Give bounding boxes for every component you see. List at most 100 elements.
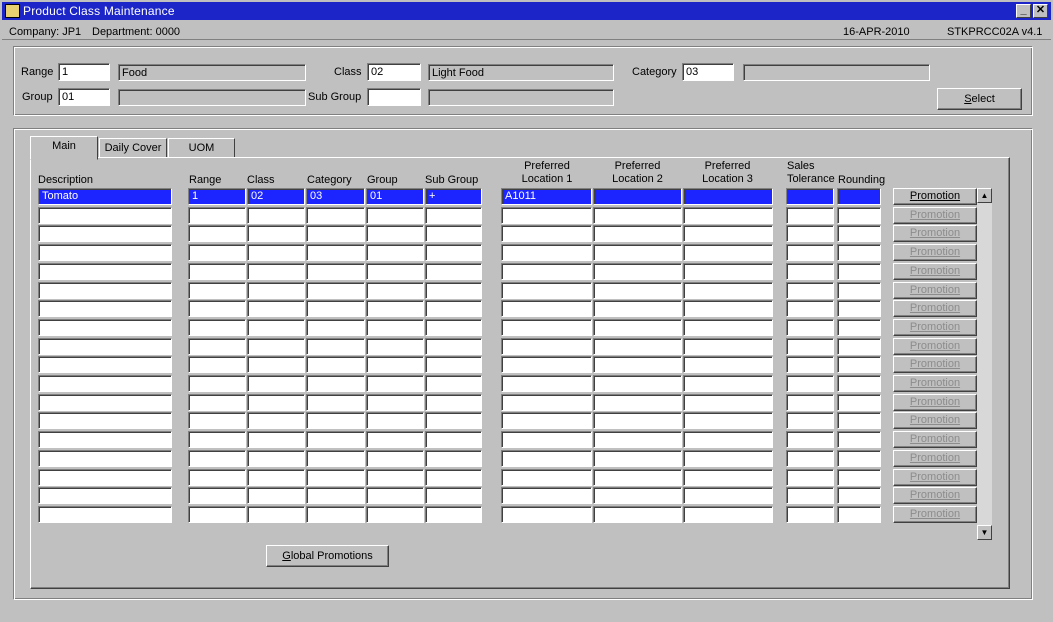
tab-uom[interactable]: UOM <box>168 138 235 159</box>
cell-subgroup[interactable] <box>425 244 482 261</box>
cell-category[interactable]: 03 <box>306 188 365 205</box>
cell-loc3[interactable] <box>683 469 773 486</box>
cell-class[interactable] <box>247 506 305 523</box>
cell-description[interactable] <box>38 282 172 299</box>
cell-loc2[interactable] <box>593 188 682 205</box>
cell-group[interactable] <box>366 263 424 280</box>
cell-range[interactable] <box>188 282 246 299</box>
scroll-up-icon[interactable]: ▲ <box>977 188 992 203</box>
cell-subgroup[interactable] <box>425 412 482 429</box>
cell-subgroup[interactable] <box>425 506 482 523</box>
cell-category[interactable] <box>306 506 365 523</box>
cell-category[interactable] <box>306 394 365 411</box>
cell-tolerance[interactable] <box>786 375 834 392</box>
cell-tolerance[interactable] <box>786 431 834 448</box>
cell-loc1[interactable] <box>501 263 592 280</box>
cell-loc2[interactable] <box>593 469 682 486</box>
cell-class[interactable] <box>247 394 305 411</box>
cell-loc2[interactable] <box>593 412 682 429</box>
cell-loc3[interactable] <box>683 225 773 242</box>
cell-loc1[interactable] <box>501 207 592 224</box>
promotion-button[interactable]: Promotion <box>893 188 977 205</box>
cell-range[interactable] <box>188 469 246 486</box>
cell-loc1[interactable] <box>501 469 592 486</box>
cell-range[interactable] <box>188 506 246 523</box>
cell-category[interactable] <box>306 375 365 392</box>
cell-group[interactable] <box>366 469 424 486</box>
cell-group[interactable] <box>366 412 424 429</box>
cell-loc1[interactable] <box>501 356 592 373</box>
select-button[interactable]: Select <box>937 88 1022 110</box>
cell-rounding[interactable] <box>837 244 881 261</box>
cell-group[interactable] <box>366 282 424 299</box>
cell-subgroup[interactable] <box>425 469 482 486</box>
cell-loc1[interactable] <box>501 282 592 299</box>
cell-range[interactable] <box>188 450 246 467</box>
cell-tolerance[interactable] <box>786 225 834 242</box>
cell-category[interactable] <box>306 356 365 373</box>
cell-tolerance[interactable] <box>786 244 834 261</box>
cell-class[interactable] <box>247 412 305 429</box>
cell-class[interactable] <box>247 207 305 224</box>
cell-loc1[interactable] <box>501 506 592 523</box>
cell-loc3[interactable] <box>683 356 773 373</box>
cell-tolerance[interactable] <box>786 207 834 224</box>
cell-range[interactable] <box>188 412 246 429</box>
cell-tolerance[interactable] <box>786 300 834 317</box>
cell-group[interactable] <box>366 506 424 523</box>
cell-class[interactable] <box>247 487 305 504</box>
cell-rounding[interactable] <box>837 188 881 205</box>
cell-tolerance[interactable] <box>786 394 834 411</box>
cell-loc2[interactable] <box>593 356 682 373</box>
cell-loc1[interactable] <box>501 375 592 392</box>
cell-description[interactable] <box>38 412 172 429</box>
cell-category[interactable] <box>306 469 365 486</box>
cell-loc2[interactable] <box>593 207 682 224</box>
cell-subgroup[interactable] <box>425 450 482 467</box>
cell-subgroup[interactable] <box>425 207 482 224</box>
cell-class[interactable] <box>247 300 305 317</box>
cell-group[interactable] <box>366 450 424 467</box>
cell-description[interactable] <box>38 319 172 336</box>
cell-subgroup[interactable] <box>425 487 482 504</box>
cell-loc1[interactable] <box>501 300 592 317</box>
group-input[interactable]: 01 <box>58 88 110 106</box>
cell-group[interactable] <box>366 394 424 411</box>
cell-range[interactable] <box>188 394 246 411</box>
cell-tolerance[interactable] <box>786 319 834 336</box>
cell-loc3[interactable] <box>683 282 773 299</box>
cell-loc2[interactable] <box>593 282 682 299</box>
tab-main[interactable]: Main <box>30 136 98 160</box>
cell-group[interactable]: 01 <box>366 188 424 205</box>
cell-subgroup[interactable]: + <box>425 188 482 205</box>
cell-tolerance[interactable] <box>786 338 834 355</box>
cell-class[interactable] <box>247 244 305 261</box>
global-promotions-button[interactable]: Global Promotions <box>266 545 389 567</box>
cell-loc1[interactable] <box>501 319 592 336</box>
cell-group[interactable] <box>366 356 424 373</box>
cell-description[interactable] <box>38 469 172 486</box>
cell-loc3[interactable] <box>683 431 773 448</box>
cell-loc2[interactable] <box>593 319 682 336</box>
cell-tolerance[interactable] <box>786 356 834 373</box>
cell-subgroup[interactable] <box>425 319 482 336</box>
cell-description[interactable] <box>38 431 172 448</box>
cell-category[interactable] <box>306 431 365 448</box>
cell-description[interactable] <box>38 338 172 355</box>
cell-tolerance[interactable] <box>786 412 834 429</box>
cell-category[interactable] <box>306 412 365 429</box>
cell-range[interactable] <box>188 207 246 224</box>
cell-rounding[interactable] <box>837 450 881 467</box>
cell-description[interactable] <box>38 356 172 373</box>
cell-rounding[interactable] <box>837 300 881 317</box>
cell-description[interactable] <box>38 244 172 261</box>
cell-group[interactable] <box>366 225 424 242</box>
cell-loc3[interactable] <box>683 207 773 224</box>
cell-loc1[interactable] <box>501 338 592 355</box>
category-input[interactable]: 03 <box>682 63 734 81</box>
cell-loc3[interactable] <box>683 506 773 523</box>
cell-category[interactable] <box>306 487 365 504</box>
cell-range[interactable] <box>188 338 246 355</box>
cell-group[interactable] <box>366 319 424 336</box>
cell-rounding[interactable] <box>837 469 881 486</box>
